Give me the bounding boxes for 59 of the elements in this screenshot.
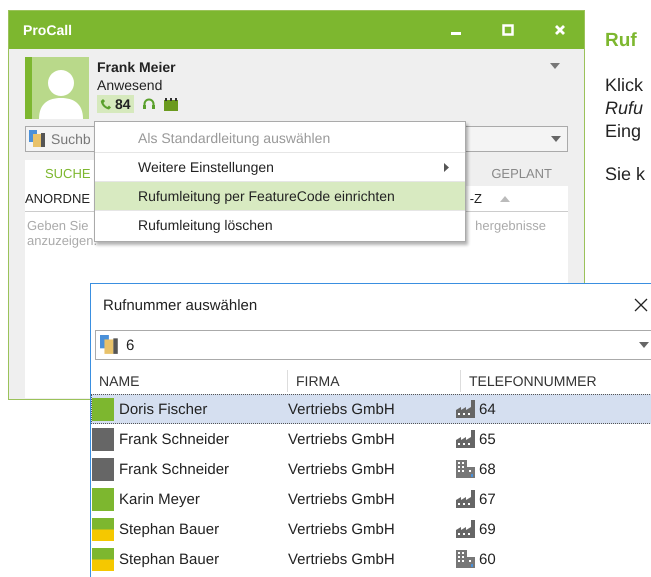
factory-icon (456, 430, 476, 448)
dropdown-arrow-icon[interactable] (551, 136, 561, 142)
table-cell-text: Vertriebs GmbH (288, 430, 396, 448)
calendar-icon[interactable] (164, 98, 178, 110)
phonebook-icon (29, 130, 47, 148)
table-cell: 68 (479, 460, 496, 478)
factory-icon (456, 520, 476, 538)
table-cell-text: Vertriebs GmbH (288, 460, 396, 478)
table-cell: 65 (479, 430, 496, 448)
close-icon[interactable] (634, 298, 648, 312)
maximize-icon[interactable] (502, 24, 514, 36)
table-cell: Doris Fischer (119, 400, 208, 418)
factory-icon (456, 400, 476, 418)
document-text: Klick (605, 74, 644, 97)
hint-text: hergebnisse (475, 218, 546, 233)
headset-icon[interactable] (142, 97, 156, 111)
dialog-title: Rufnummer auswählen (103, 296, 258, 314)
menu-item[interactable]: Rufumleitung per FeatureCode einrichten (95, 182, 465, 211)
table-row[interactable]: Karin Meyer Vertriebs GmbH 67 (91, 484, 651, 514)
user-name: Frank Meier (97, 59, 177, 75)
document-heading: Ruf (605, 30, 638, 52)
hint-text: Geben Sie (27, 218, 88, 233)
column-header[interactable]: NAME (91, 370, 287, 392)
table-cell: 60 (479, 550, 496, 568)
factory-icon (456, 490, 476, 508)
table-cell: Frank Schneider (119, 430, 230, 448)
table-cell: Stephan Bauer (119, 550, 220, 568)
phonebook-icon (100, 335, 120, 355)
search-field[interactable]: 6 (95, 330, 651, 360)
table-cell-text: Vertriebs GmbH (288, 550, 396, 568)
document-text: Sie k (605, 163, 646, 186)
table-cell-text: Vertriebs GmbH (288, 400, 396, 418)
table-row[interactable]: Frank Schneider Vertriebs GmbH 68 (91, 454, 651, 484)
dropdown-arrow-icon[interactable] (639, 342, 649, 348)
table-row[interactable]: Frank Schneider Vertriebs GmbH 65 (91, 424, 651, 454)
table-row[interactable]: Doris Fischer Vertriebs GmbH 64 (91, 394, 651, 424)
document-text: Rufu (605, 97, 644, 120)
sort-label[interactable]: ANORDNE (25, 191, 90, 206)
presence-status: Anwesend (97, 77, 164, 93)
table-cell-text: Vertriebs GmbH (288, 520, 396, 538)
table-cell: 64 (479, 400, 496, 418)
document-text: Eing (605, 120, 642, 143)
column-header[interactable]: FIRMA (287, 370, 460, 392)
building-icon (456, 460, 476, 478)
table-cell-text: Vertriebs GmbH (288, 490, 396, 508)
window-title: ProCall (23, 22, 74, 38)
table-cell: 69 (479, 520, 496, 538)
table-row[interactable]: Stephan Bauer Vertriebs GmbH 60 (91, 544, 651, 574)
dropdown-arrow-icon[interactable] (550, 63, 560, 69)
table-cell: 67 (479, 490, 496, 508)
phone-icon (100, 98, 112, 110)
building-icon (456, 550, 476, 568)
table-cell: Stephan Bauer (119, 520, 220, 538)
table-row[interactable]: Stephan Bauer Vertriebs GmbH 69 (91, 514, 651, 544)
column-header[interactable]: TELEFONNUMMER (460, 370, 597, 392)
table-cell: Frank Schneider (119, 460, 230, 478)
table-cell: Karin Meyer (119, 490, 200, 508)
sort-order[interactable]: -Z (468, 191, 482, 206)
submenu-arrow-icon (444, 162, 449, 172)
